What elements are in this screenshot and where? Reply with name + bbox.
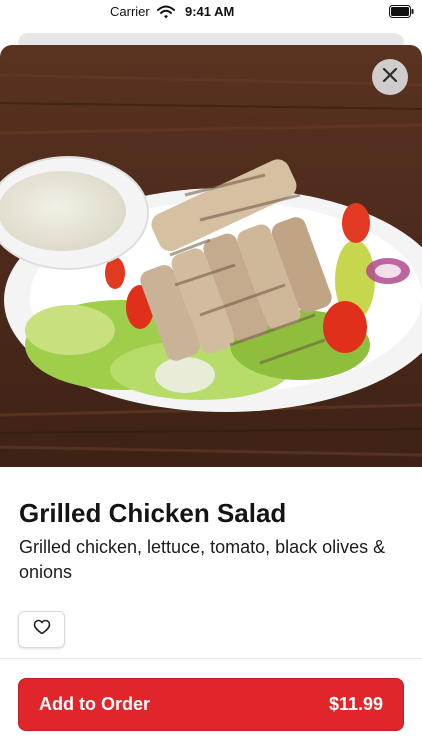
salad-photo: [0, 45, 422, 467]
status-time: 9:41 AM: [185, 4, 235, 19]
item-title: Grilled Chicken Salad: [19, 498, 287, 528]
carrier-label: Carrier: [110, 4, 150, 19]
add-to-order-label: Add to Order: [39, 694, 150, 714]
battery-icon: [389, 5, 414, 18]
status-bar: Carrier 9:41 AM: [0, 0, 422, 24]
item-description: Grilled chicken, lettuce, tomato, black …: [19, 537, 386, 582]
favorite-button[interactable]: [18, 611, 65, 648]
wifi-icon: [157, 5, 175, 19]
close-button[interactable]: [372, 59, 408, 95]
price-label: $11.99: [328, 694, 383, 714]
heart-icon: [33, 619, 51, 640]
footer-divider: [0, 658, 422, 659]
add-to-order-button[interactable]: Add to Order $11.99: [18, 678, 404, 731]
close-icon: [382, 67, 398, 88]
app-screen: Carrier 9:41 AM Grilled Chicken Salad Gr…: [0, 0, 422, 750]
item-detail-modal: Grilled Chicken Salad Grilled chicken, l…: [0, 45, 422, 750]
